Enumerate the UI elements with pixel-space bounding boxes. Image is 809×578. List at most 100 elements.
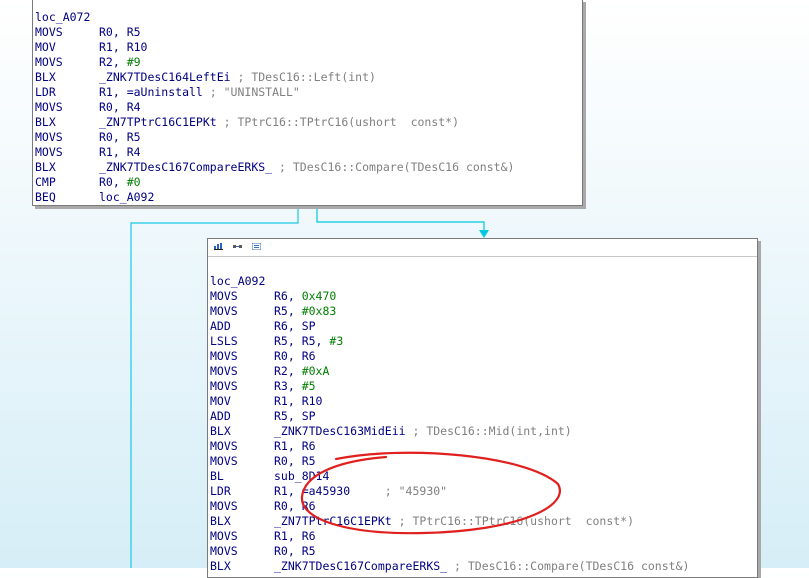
proximity-icon[interactable] <box>233 243 242 250</box>
instruction-line[interactable]: ADD R6, SP <box>210 319 689 334</box>
instruction-line[interactable]: MOVS R5, #0x83 <box>210 304 689 319</box>
instruction-line[interactable]: MOVS R2, #9 <box>35 55 514 70</box>
instruction-line[interactable]: ADD R5, SP <box>210 409 689 424</box>
location-label: loc_A072 <box>35 10 91 24</box>
instruction-line[interactable]: MOVS R2, #0xA <box>210 364 689 379</box>
instruction-line[interactable]: BLX _ZNK7TDesC167CompareERKS_ ; TDesC16::… <box>35 160 514 175</box>
mnemonic: MOVS <box>210 364 238 378</box>
instruction-line[interactable]: MOVS R6, 0x470 <box>210 289 689 304</box>
mnemonic: MOVS <box>210 529 238 543</box>
operands: R2, <box>99 55 127 69</box>
operands: R0, R4 <box>99 100 141 114</box>
operands: R0, R6 <box>274 349 316 363</box>
instruction-line[interactable]: CMP R0, #0 <box>35 175 514 190</box>
location-label: loc_A092 <box>210 274 266 288</box>
mnemonic: MOVS <box>210 544 238 558</box>
mnemonic: BLX <box>35 160 56 174</box>
mnemonic: BLX <box>35 70 56 84</box>
mnemonic: MOVS <box>210 304 238 318</box>
instruction-line[interactable]: MOVS R0, R5 <box>35 130 514 145</box>
operands: R0, R5 <box>274 544 316 558</box>
mnemonic: MOVS <box>35 100 63 114</box>
mnemonic: BLX <box>210 559 231 573</box>
mnemonic: BLX <box>35 115 56 129</box>
operands: loc_A092 <box>99 190 155 204</box>
instruction-line[interactable]: MOV R1, R10 <box>210 394 689 409</box>
operands: R6, SP <box>274 319 316 333</box>
symbol-reference: _ZNK7TDesC163MidEii <box>274 424 406 438</box>
comment: ; TDesC16::Mid(int,int) <box>405 424 572 438</box>
block-a072-code: loc_A072 MOVS R0, R5 MOV R1, R10 MOVS R2, #9 BL… <box>35 10 514 205</box>
symbol-reference: _ZN7TPtrC16C1EPKt <box>99 115 217 129</box>
immediate-value: #3 <box>329 334 344 348</box>
instruction-line[interactable]: BLX _ZNK7TDesC164LeftEi ; TDesC16::Left(i… <box>35 70 514 85</box>
instruction-line[interactable]: BLX _ZNK7TDesC167CompareERKS_ ; TDesC16::… <box>210 559 689 574</box>
immediate-value: #0xA <box>301 364 330 378</box>
text-view-icon[interactable] <box>252 243 261 250</box>
code-label-line[interactable]: loc_A072 <box>35 10 514 25</box>
comment: ; TPtrC16::TPtrC16(ushort const*) <box>216 115 460 129</box>
comment: ; "UNINSTALL" <box>202 85 300 99</box>
mnemonic: BL <box>210 469 224 483</box>
instruction-line[interactable]: MOVS R0, R5 <box>210 544 689 559</box>
symbol-reference: _ZNK7TDesC167CompareERKS_ <box>274 559 448 573</box>
operands: R1, R10 <box>99 40 148 54</box>
branch-edge <box>316 207 485 232</box>
immediate-value: 0x470 <box>301 289 337 303</box>
mnemonic: ADD <box>210 319 231 333</box>
instruction-line[interactable]: LSLS R5, R5, #3 <box>210 334 689 349</box>
mnemonic: CMP <box>35 175 56 189</box>
instruction-line[interactable]: MOV R1, R10 <box>35 40 514 55</box>
instruction-line[interactable]: BLX _ZNK7TDesC163MidEii ; TDesC16::Mid(in… <box>210 424 689 439</box>
code-label-line[interactable]: loc_A092 <box>210 274 689 289</box>
mnemonic: MOVS <box>35 145 63 159</box>
operands: R0, <box>99 175 127 189</box>
graph-view-icon[interactable] <box>214 243 223 250</box>
immediate-value: #9 <box>126 55 141 69</box>
operands: R5, SP <box>274 409 316 423</box>
instruction-line[interactable]: MOVS R3, #5 <box>210 379 689 394</box>
instruction-line[interactable]: BLX _ZN7TPtrC16C1EPKt ; TPtrC16::TPtrC16(… <box>35 115 514 130</box>
mnemonic: MOVS <box>210 379 238 393</box>
operands: R6, <box>274 289 302 303</box>
instruction-line[interactable]: BEQ loc_A092 <box>35 190 514 205</box>
mnemonic: BEQ <box>35 190 56 204</box>
operands: R0, R5 <box>99 130 141 144</box>
immediate-value: #0 <box>126 175 141 189</box>
instruction-line[interactable]: MOVS R1, R4 <box>35 145 514 160</box>
comment: ; TDesC16::Compare(TDesC16 const&) <box>447 559 690 573</box>
mnemonic: LSLS <box>210 334 238 348</box>
comment: ; TDesC16::Left(int) <box>230 70 376 84</box>
mnemonic: LDR <box>210 484 231 498</box>
mnemonic: BLX <box>210 514 231 528</box>
block-header-toolbar <box>208 239 757 257</box>
operands: R5, <box>274 304 302 318</box>
mnemonic: MOV <box>35 40 56 54</box>
mnemonic: MOV <box>210 394 231 408</box>
immediate-value: #0x83 <box>301 304 337 318</box>
mnemonic: MOVS <box>210 439 238 453</box>
mnemonic: MOVS <box>35 55 63 69</box>
branch-arrowhead <box>479 230 489 238</box>
instruction-line[interactable]: LDR R1, =aUninstall ; "UNINSTALL" <box>35 85 514 100</box>
operands: R2, <box>274 364 302 378</box>
mnemonic: MOVS <box>210 349 238 363</box>
mnemonic: MOVS <box>210 499 238 513</box>
instruction-line[interactable]: MOVS R0, R6 <box>210 349 689 364</box>
instruction-line[interactable]: MOVS R0, R5 <box>35 25 514 40</box>
mnemonic: MOVS <box>35 130 63 144</box>
mnemonic: MOVS <box>210 289 238 303</box>
annotation-ellipse <box>300 451 561 535</box>
symbol-reference: _ZNK7TDesC167CompareERKS_ <box>99 160 273 174</box>
mnemonic: LDR <box>35 85 56 99</box>
operands: R3, <box>274 379 302 393</box>
operands: R1, =aUninstall <box>99 85 203 99</box>
mnemonic: MOVS <box>35 25 63 39</box>
comment: ; TDesC16::Compare(TDesC16 const&) <box>272 160 515 174</box>
operands: R1, R10 <box>274 394 323 408</box>
mnemonic: BLX <box>210 424 231 438</box>
instruction-line[interactable]: MOVS R0, R4 <box>35 100 514 115</box>
operands: R1, R4 <box>99 145 141 159</box>
immediate-value: #5 <box>301 379 316 393</box>
code-block-loc-a072[interactable]: loc_A072 MOVS R0, R5 MOV R1, R10 MOVS R2, #9 BL… <box>32 0 583 206</box>
